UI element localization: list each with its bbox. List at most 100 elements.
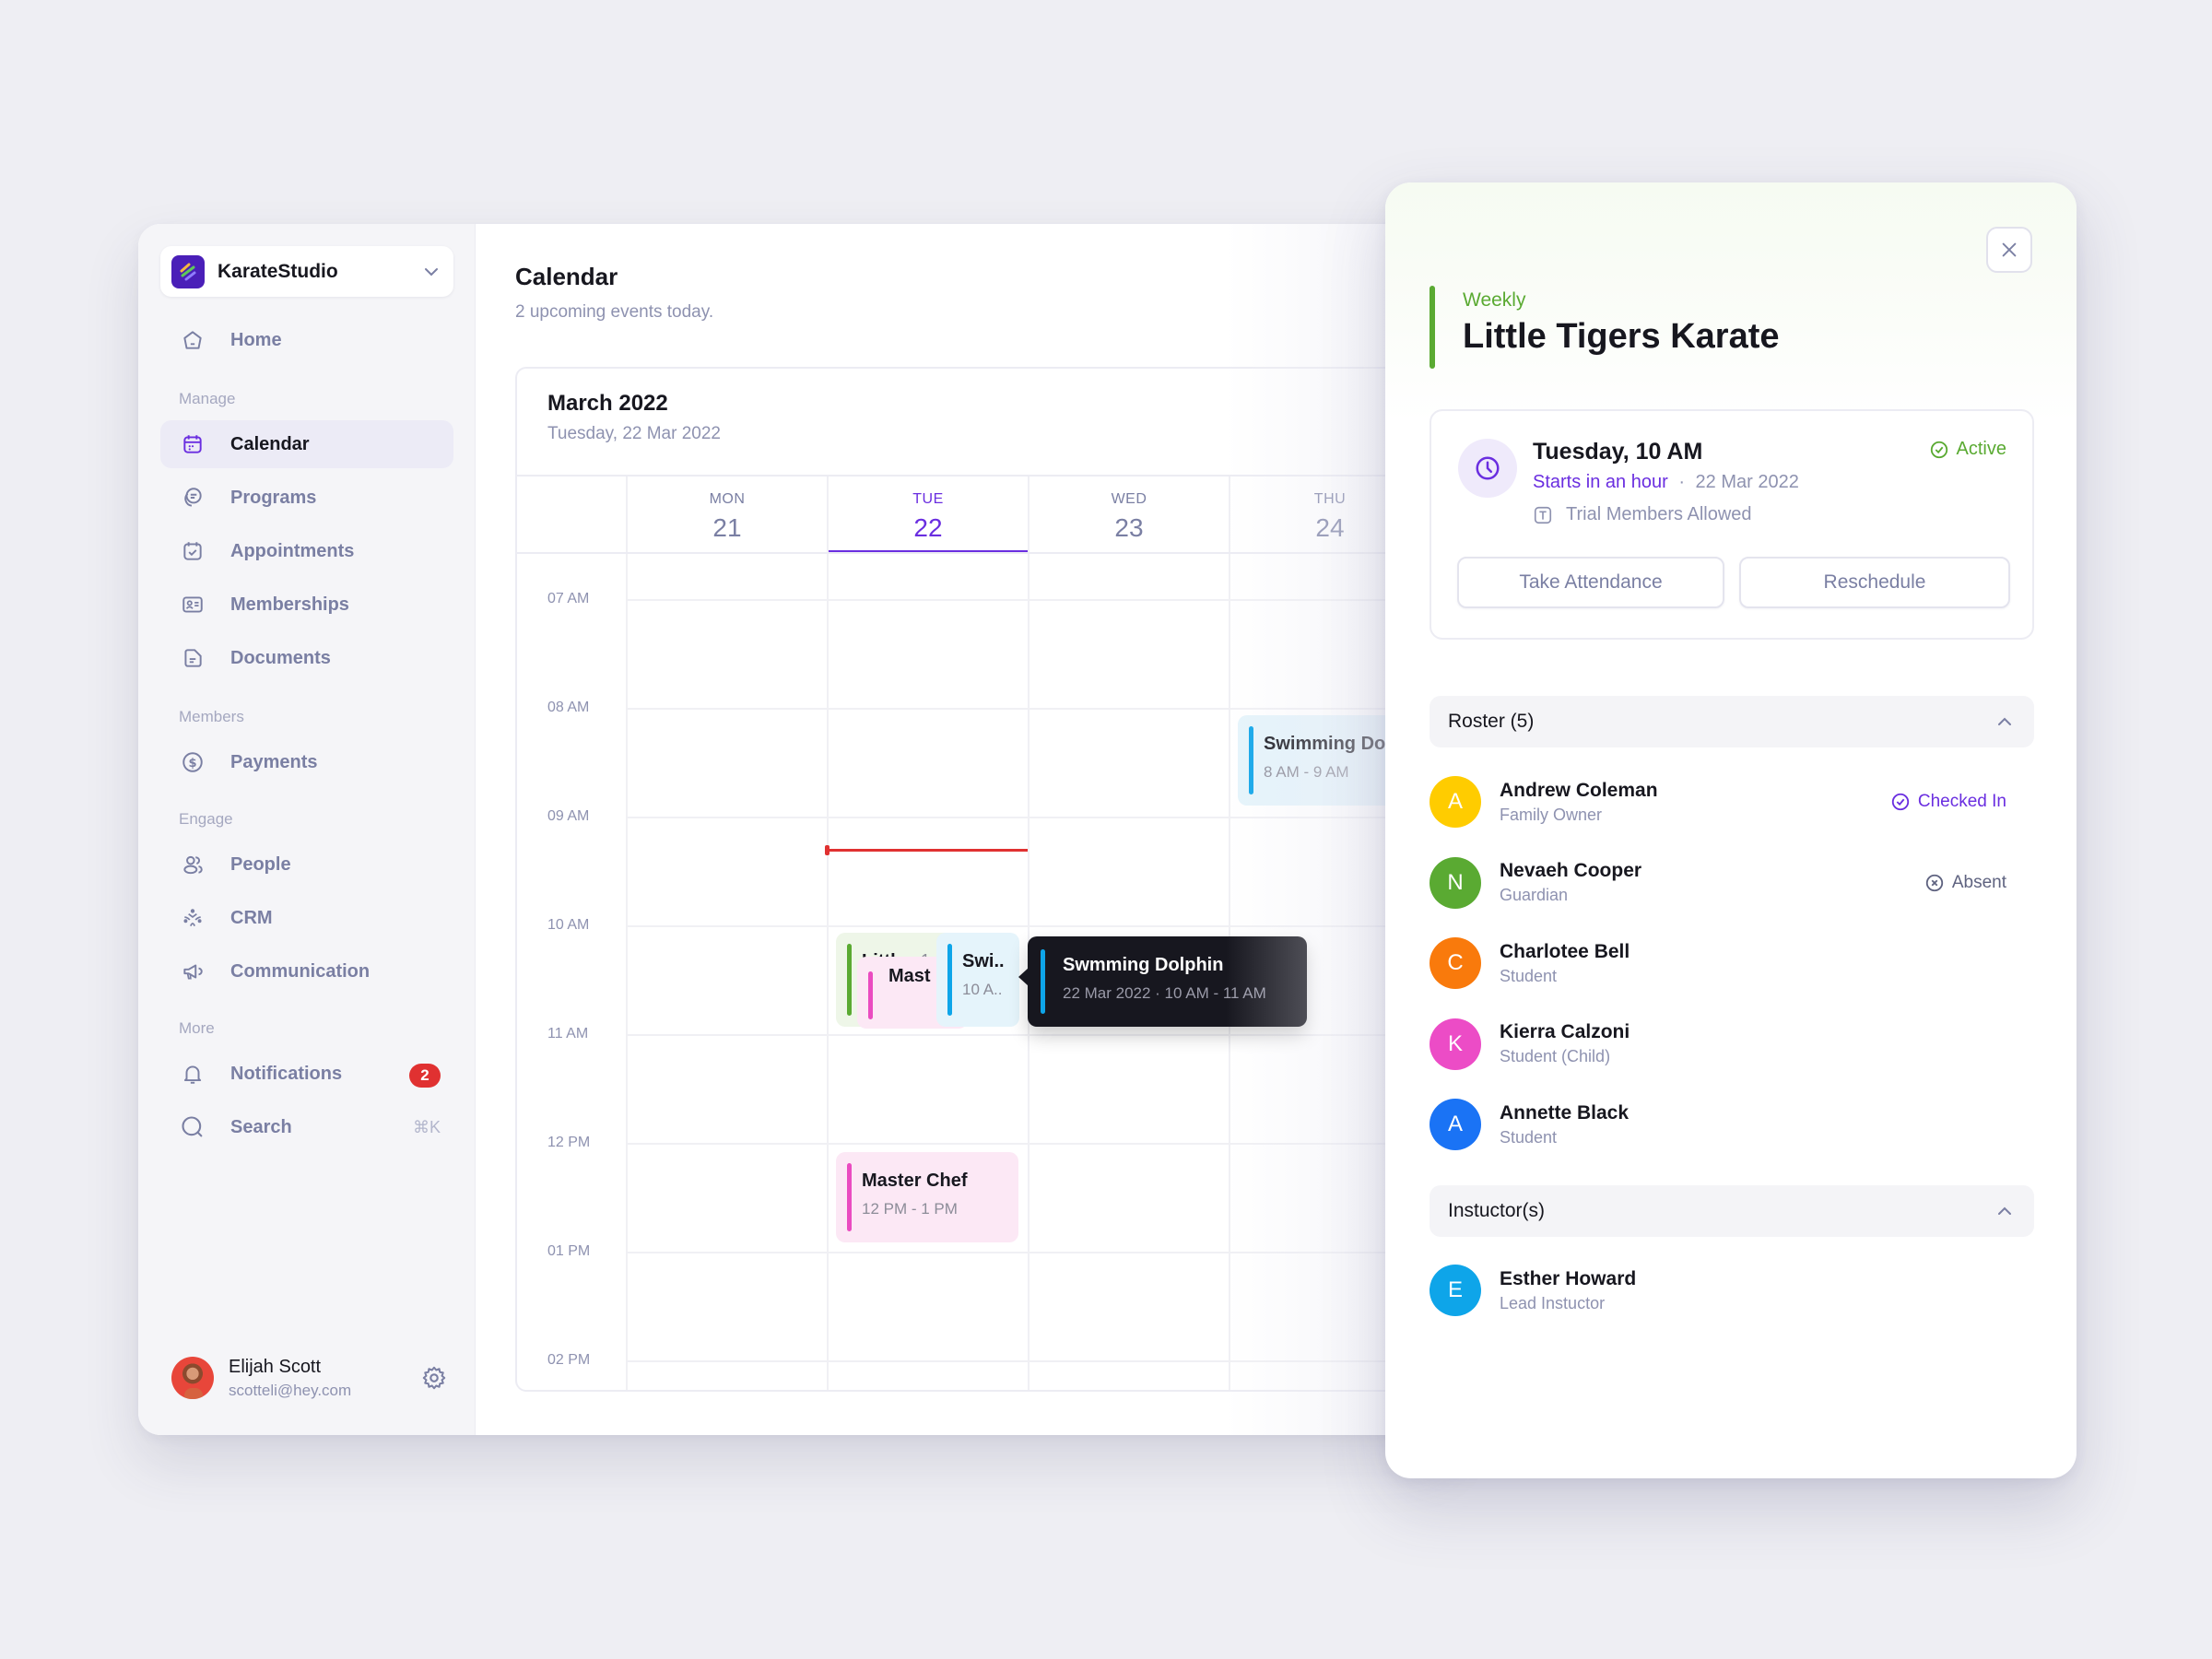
- hour-label: 01 PM: [547, 1243, 591, 1259]
- search-shortcut: ⌘K: [412, 1117, 441, 1136]
- instructor-item[interactable]: E Esther Howard Lead Instuctor: [1430, 1263, 2034, 1318]
- sidebar-item-notifications[interactable]: Notifications 2: [160, 1050, 453, 1098]
- roster-item[interactable]: A Andrew Coleman Family Owner Checked In: [1430, 774, 2034, 830]
- person-name: Annette Black: [1500, 1101, 1630, 1124]
- roster-section-header[interactable]: Roster (5): [1430, 696, 2034, 747]
- sidebar-item-home[interactable]: Home: [160, 316, 453, 364]
- sidebar-item-programs[interactable]: Programs: [160, 474, 453, 522]
- sidebar-item-calendar[interactable]: Calendar: [160, 420, 453, 468]
- person-role: Student: [1500, 1127, 1558, 1147]
- sidebar-item-label: Notifications: [230, 1063, 343, 1084]
- avatar: A: [1430, 776, 1481, 828]
- roster-item[interactable]: C Charlotee Bell Student: [1430, 935, 2034, 991]
- day-number: 23: [1114, 513, 1144, 542]
- separator: ·: [1678, 472, 1685, 492]
- tooltip-title: Swmming Dolphin: [1063, 955, 1224, 975]
- grid-hour-line: [626, 599, 1447, 601]
- event-time: 8 AM - 9 AM: [1264, 763, 1349, 781]
- close-button[interactable]: [1986, 227, 2032, 273]
- person-role: Student: [1500, 966, 1558, 985]
- event-time: 12 PM - 1 PM: [862, 1200, 958, 1218]
- sidebar-item-label: Calendar: [230, 433, 310, 454]
- grid-column-line: [827, 554, 829, 1390]
- event-color-bar: [1041, 949, 1045, 1014]
- sidebar-item-label: Documents: [230, 647, 331, 668]
- event-color-bar: [947, 944, 952, 1016]
- day-number: 22: [913, 513, 943, 542]
- sidebar-item-communication[interactable]: Communication: [160, 947, 453, 995]
- org-name: KarateStudio: [218, 260, 338, 282]
- person-name: Esther Howard: [1500, 1267, 1637, 1289]
- attendance-status-label: Checked In: [1917, 792, 2006, 811]
- sidebar-item-crm[interactable]: CRM: [160, 894, 453, 942]
- page-subtitle: 2 upcoming events today.: [515, 302, 714, 322]
- crm-icon: [179, 904, 206, 932]
- sidebar-item-documents[interactable]: Documents: [160, 634, 453, 682]
- instructors-section-header[interactable]: Instuctor(s): [1430, 1185, 2034, 1237]
- sidebar: KarateStudio Home Manage Calendar Progra…: [138, 224, 476, 1435]
- divider: [517, 552, 1447, 554]
- reschedule-button[interactable]: Reschedule: [1739, 557, 2010, 608]
- day-of-week: TUE: [912, 491, 944, 507]
- recurrence-label: Weekly: [1463, 289, 1526, 311]
- notification-count-badge: 2: [409, 1064, 441, 1088]
- grid-hour-line: [626, 1143, 1447, 1145]
- grid-hour-line: [626, 1034, 1447, 1036]
- sidebar-item-people[interactable]: People: [160, 841, 453, 888]
- roster-item[interactable]: K Kierra Calzoni Student (Child): [1430, 1017, 2034, 1072]
- org-logo-icon: [171, 254, 205, 288]
- current-time-indicator: [825, 845, 1028, 856]
- avatar: A: [1430, 1099, 1481, 1150]
- user-profile[interactable]: Elijah Scott scotteli@hey.com: [171, 1350, 448, 1406]
- gear-icon[interactable]: [420, 1364, 448, 1392]
- event-tooltip: Swmming Dolphin 22 Mar 2022 · 10 AM - 11…: [1018, 936, 1307, 1027]
- section-label-manage: Manage: [179, 390, 236, 407]
- day-of-week: WED: [1111, 491, 1147, 507]
- day-header-wed[interactable]: WED 23: [1028, 477, 1229, 552]
- section-label-members: Members: [179, 708, 244, 725]
- calendar-event-swim-mini[interactable]: Swi.. 10 A..: [936, 933, 1019, 1027]
- section-label-engage: Engage: [179, 810, 233, 828]
- hour-label: 08 AM: [547, 700, 590, 715]
- status-label: Active: [1956, 439, 2006, 459]
- day-header-mon[interactable]: MON 21: [626, 477, 827, 552]
- roster-item[interactable]: N Nevaeh Cooper Guardian Absent: [1430, 855, 2034, 911]
- event-color-bar: [847, 1163, 852, 1231]
- instructors-header-label: Instuctor(s): [1448, 1200, 1546, 1221]
- day-header-tue[interactable]: TUE 22: [827, 477, 1028, 554]
- attendance-status[interactable]: Checked In: [1890, 792, 2006, 812]
- trial-label: Trial Members Allowed: [1566, 504, 1752, 524]
- user-email: scotteli@hey.com: [229, 1381, 352, 1399]
- chevron-down-icon: [425, 267, 438, 276]
- megaphone-icon: [179, 958, 206, 985]
- trial-icon: [1534, 506, 1552, 524]
- calendar-month: March 2022: [547, 391, 668, 416]
- sidebar-item-search[interactable]: Search ⌘K: [160, 1103, 453, 1151]
- bell-icon: [179, 1060, 206, 1088]
- sidebar-item-label: Communication: [230, 960, 371, 982]
- id-card-icon: [179, 591, 206, 618]
- take-attendance-button[interactable]: Take Attendance: [1457, 557, 1724, 608]
- roster-item[interactable]: A Annette Black Student: [1430, 1097, 2034, 1152]
- home-icon: [179, 326, 206, 354]
- session-date: 22 Mar 2022: [1695, 472, 1799, 492]
- calendar-event-master-chef[interactable]: Master Chef 12 PM - 1 PM: [836, 1152, 1018, 1242]
- person-role: Student (Child): [1500, 1047, 1611, 1065]
- programs-icon: [179, 484, 206, 512]
- grid-hour-line: [626, 925, 1447, 927]
- person-name: Charlotee Bell: [1500, 940, 1630, 962]
- org-switcher[interactable]: KarateStudio: [160, 246, 453, 297]
- sidebar-item-appointments[interactable]: Appointments: [160, 527, 453, 575]
- sidebar-item-payments[interactable]: $ Payments: [160, 738, 453, 786]
- calendar-icon: [179, 430, 206, 458]
- section-label-more: More: [179, 1019, 215, 1037]
- avatar: K: [1430, 1018, 1481, 1070]
- trial-info: Trial Members Allowed: [1533, 504, 1752, 525]
- user-name: Elijah Scott: [229, 1356, 322, 1377]
- event-time: 10 A..: [962, 981, 1003, 998]
- dollar-icon: $: [179, 748, 206, 776]
- sidebar-item-label: CRM: [230, 907, 273, 928]
- attendance-status[interactable]: Absent: [1924, 873, 2006, 893]
- sidebar-item-memberships[interactable]: Memberships: [160, 581, 453, 629]
- svg-text:$: $: [188, 757, 196, 771]
